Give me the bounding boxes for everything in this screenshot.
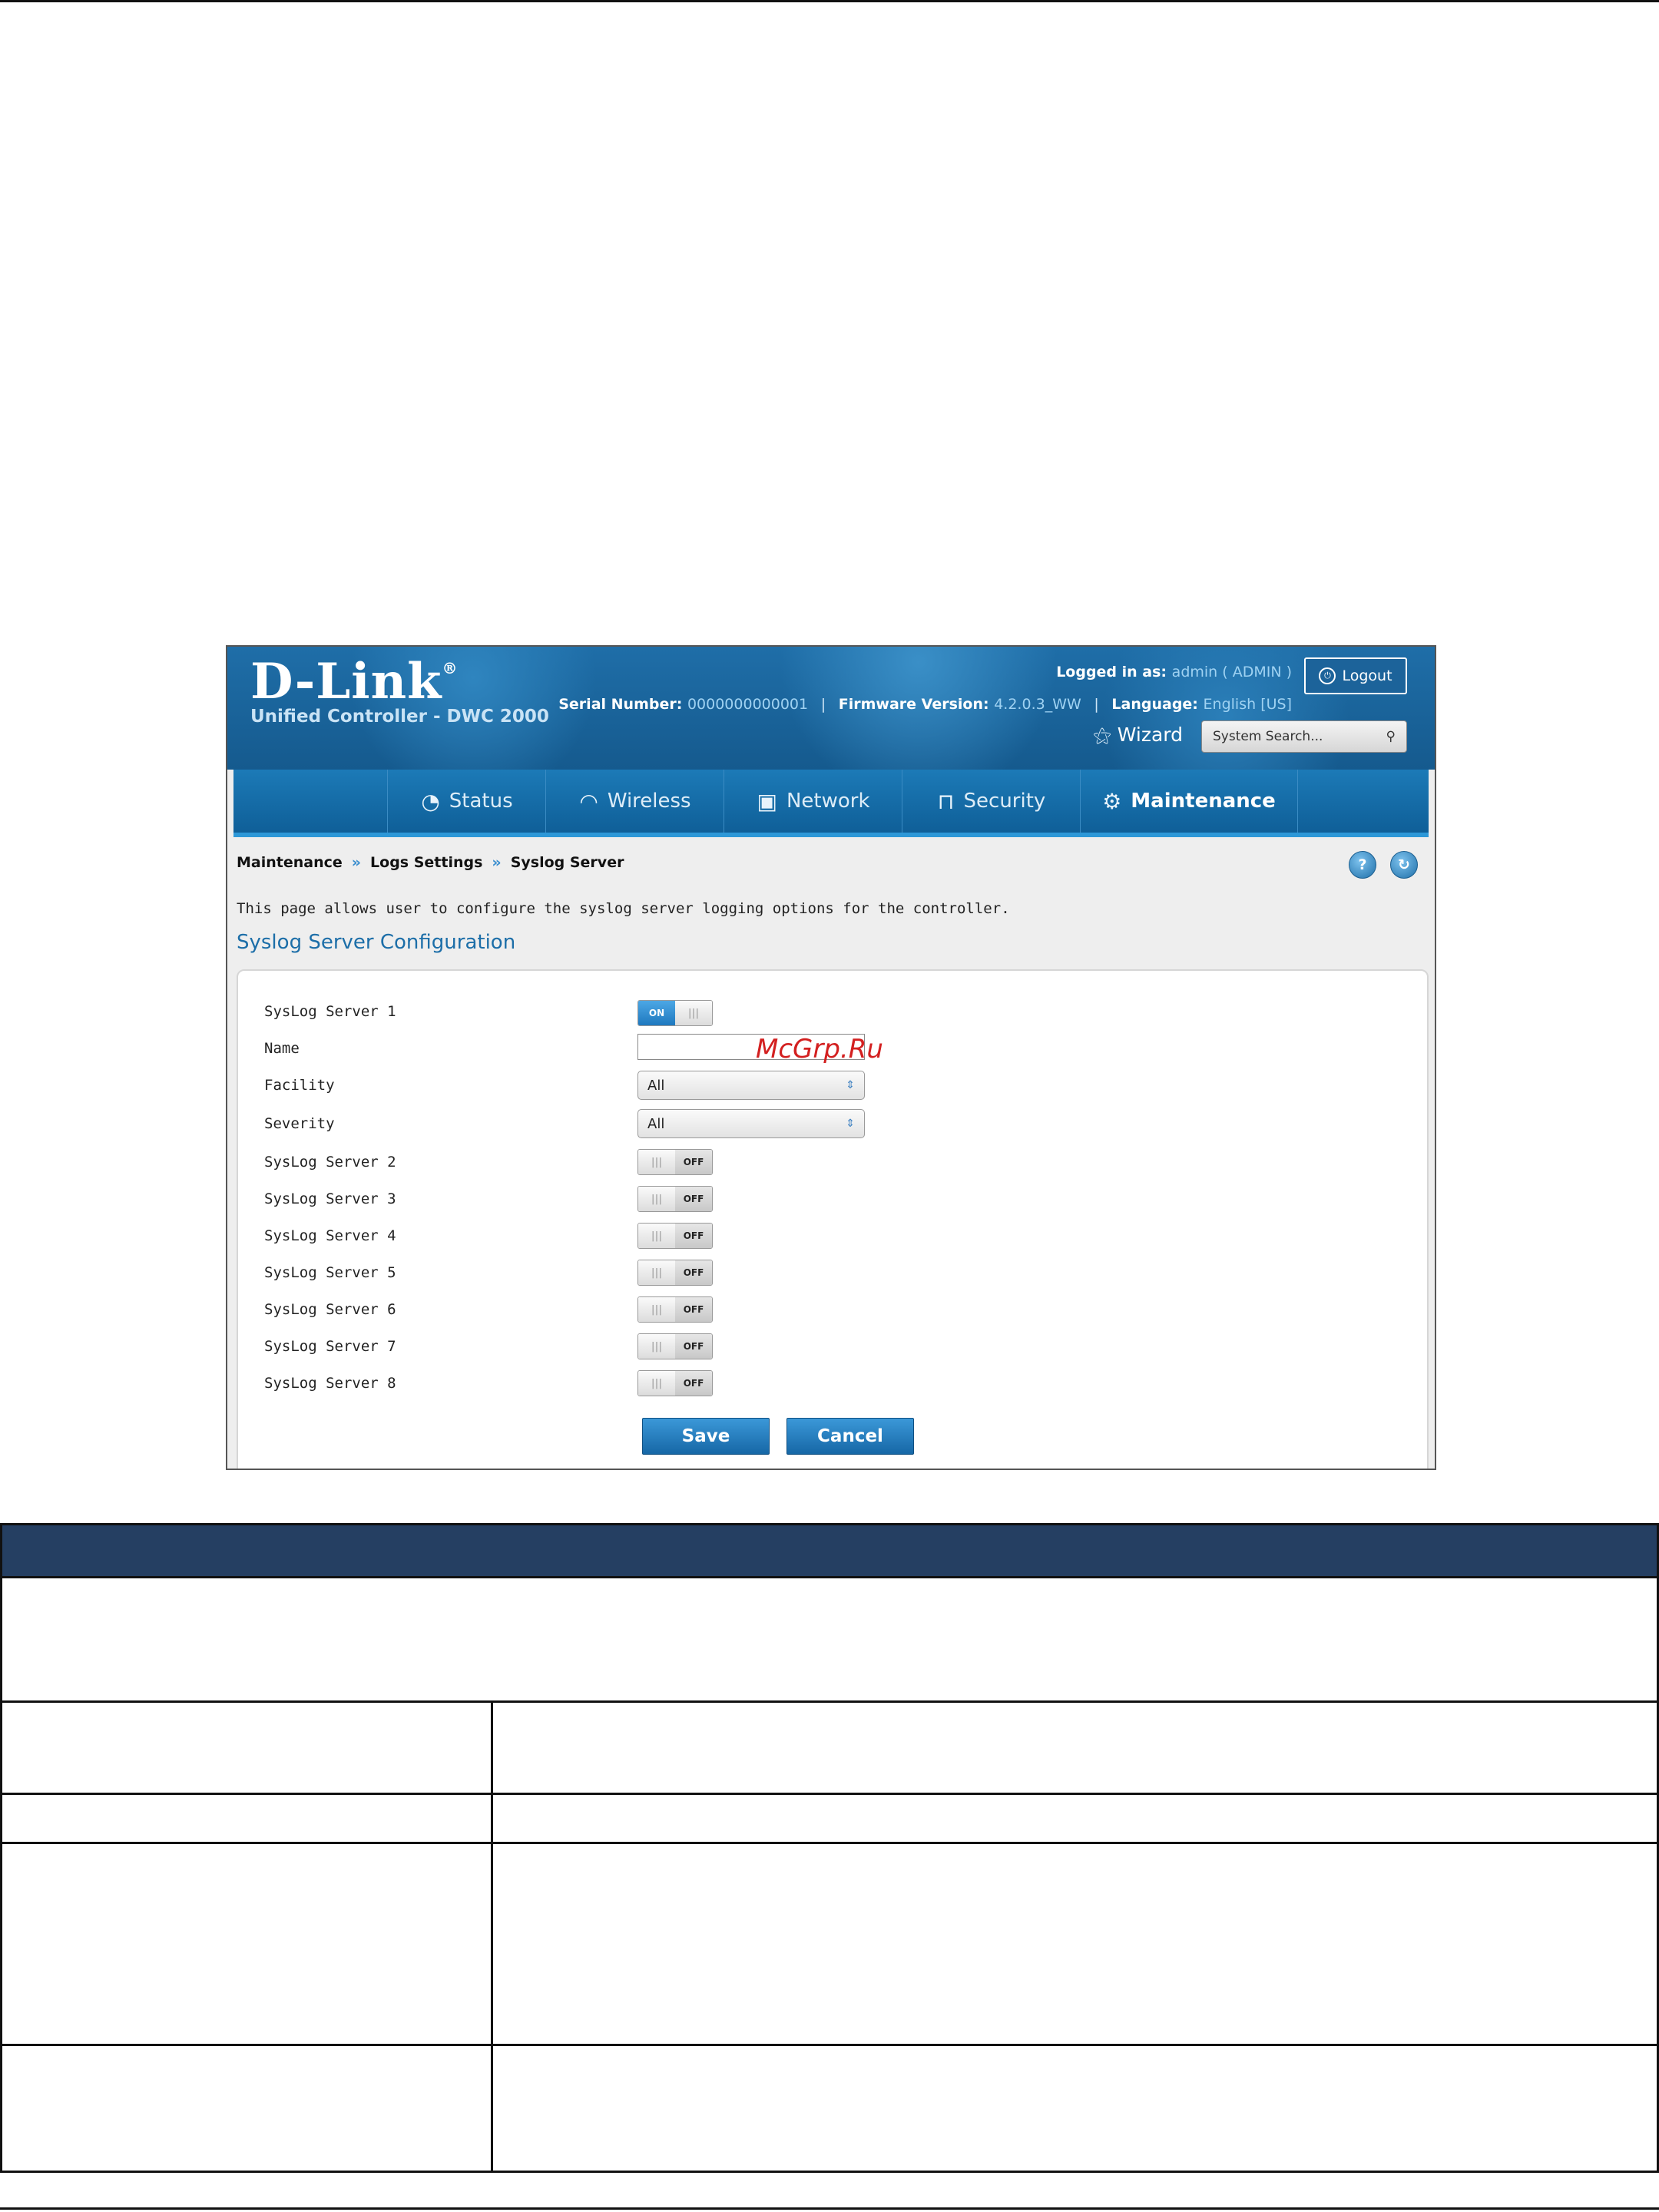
syslog-server-7-label: SysLog Server 7 <box>264 1338 396 1355</box>
gauge-icon: ◔ <box>421 788 440 814</box>
dlink-logo: D-Link® <box>250 653 459 710</box>
syslog-server-8-label: SysLog Server 8 <box>264 1375 396 1392</box>
breadcrumb-syslog-server: Syslog Server <box>510 854 624 871</box>
help-icon[interactable]: ? <box>1349 851 1376 879</box>
page-description: This page allows user to configure the s… <box>237 900 1010 917</box>
syslog-server-7-toggle[interactable]: ||| OFF <box>637 1333 713 1359</box>
watermark: McGrp.Ru <box>756 1034 883 1065</box>
table-divider <box>2 2044 1657 2046</box>
gear-icon: ⚙ <box>1102 788 1122 814</box>
logged-in-info: Logged in as: admin ( ADMIN ) <box>1056 664 1292 680</box>
refresh-icon[interactable]: ↻ <box>1390 851 1418 879</box>
syslog-server-3-label: SysLog Server 3 <box>264 1190 396 1207</box>
breadcrumb: Maintenance» Logs Settings» Syslog Server <box>237 854 624 871</box>
select-arrows-icon: ⇕ <box>846 1118 855 1130</box>
breadcrumb-logs-settings[interactable]: Logs Settings <box>370 854 482 871</box>
syslog-server-1-label: SysLog Server 1 <box>264 1003 396 1020</box>
table-column-divider <box>491 1700 493 2171</box>
page-top-rule <box>0 0 1659 2</box>
nav-network[interactable]: ▣ Network <box>724 770 902 833</box>
logged-in-user: admin ( ADMIN ) <box>1171 664 1292 680</box>
header: D-Link® Unified Controller - DWC 2000 Lo… <box>227 647 1435 770</box>
select-arrows-icon: ⇕ <box>846 1079 855 1091</box>
severity-select[interactable]: All ⇕ <box>637 1109 865 1138</box>
syslog-server-3-toggle[interactable]: ||| OFF <box>637 1186 713 1212</box>
product-name: Unified Controller - DWC 2000 <box>250 707 549 727</box>
language-link[interactable]: English [US] <box>1204 696 1292 713</box>
table-divider <box>2 1700 1657 1703</box>
syslog-server-2-toggle[interactable]: ||| OFF <box>637 1149 713 1175</box>
facility-select[interactable]: All ⇕ <box>637 1071 865 1100</box>
syslog-server-5-toggle[interactable]: ||| OFF <box>637 1260 713 1286</box>
syslog-server-1-toggle[interactable]: ON ||| <box>637 1000 713 1026</box>
syslog-server-4-toggle[interactable]: ||| OFF <box>637 1223 713 1249</box>
name-label: Name <box>264 1040 300 1057</box>
syslog-server-8-toggle[interactable]: ||| OFF <box>637 1370 713 1396</box>
section-title: Syslog Server Configuration <box>237 931 516 954</box>
power-icon: ⏻ <box>1319 667 1336 684</box>
device-info: Serial Number: 0000000000001 | Firmware … <box>558 696 1292 713</box>
nav-security[interactable]: ⊓ Security <box>902 770 1081 833</box>
screenshot-frame: D-Link® Unified Controller - DWC 2000 Lo… <box>226 645 1436 1470</box>
table-divider <box>2 1842 1657 1844</box>
wizard-link[interactable]: ⚝ Wizard <box>1093 724 1183 746</box>
page-bottom-rule <box>0 2207 1659 2210</box>
nav-status[interactable]: ◔ Status <box>387 770 546 833</box>
computer-icon: ▣ <box>757 788 777 814</box>
table-header-row <box>2 1525 1657 1578</box>
search-icon: ⚲ <box>1386 729 1396 744</box>
syslog-server-4-label: SysLog Server 4 <box>264 1227 396 1244</box>
syslog-server-6-toggle[interactable]: ||| OFF <box>637 1296 713 1323</box>
save-button[interactable]: Save <box>642 1418 770 1455</box>
magic-wand-icon: ⚝ <box>1093 724 1111 746</box>
lock-icon: ⊓ <box>937 788 955 814</box>
cancel-button[interactable]: Cancel <box>786 1418 914 1455</box>
breadcrumb-maintenance[interactable]: Maintenance <box>237 854 343 871</box>
nav-wireless[interactable]: ◠ Wireless <box>545 770 724 833</box>
system-search-input[interactable]: System Search... ⚲ <box>1201 720 1407 753</box>
table-divider <box>2 1793 1657 1795</box>
serial-number: 0000000000001 <box>687 696 809 713</box>
severity-label: Severity <box>264 1115 335 1132</box>
syslog-server-2-label: SysLog Server 2 <box>264 1154 396 1171</box>
syslog-server-5-label: SysLog Server 5 <box>264 1264 396 1281</box>
firmware-version: 4.2.0.3_WW <box>994 696 1081 713</box>
main-nav: ◔ Status ◠ Wireless ▣ Network ⊓ Security… <box>233 770 1429 837</box>
nav-maintenance[interactable]: ⚙ Maintenance <box>1080 770 1298 833</box>
facility-label: Facility <box>264 1077 335 1094</box>
field-description-table <box>0 1523 1659 2173</box>
wifi-icon: ◠ <box>579 788 598 814</box>
logout-button[interactable]: ⏻ Logout <box>1304 657 1407 694</box>
syslog-server-6-label: SysLog Server 6 <box>264 1301 396 1318</box>
